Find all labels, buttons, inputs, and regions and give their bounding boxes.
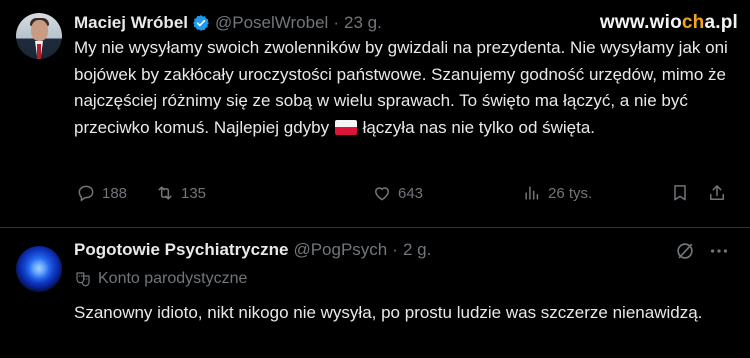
- verified-badge-icon: [193, 15, 209, 31]
- watermark: www.wiocha.pl: [599, 12, 738, 33]
- author-name[interactable]: Maciej Wróbel: [74, 13, 188, 33]
- more-icon[interactable]: [708, 240, 730, 262]
- retweet-icon: [158, 186, 172, 200]
- parody-label: Konto parodystyczne: [74, 270, 247, 288]
- bookmark-button[interactable]: [670, 183, 696, 203]
- views-button[interactable]: 26 tys.: [522, 183, 592, 203]
- tweet-pogotowie[interactable]: Pogotowie Psychiatryczne @PogPsych · 2 g…: [0, 228, 750, 358]
- share-icon: [710, 185, 724, 200]
- timestamp[interactable]: 23 g.: [344, 13, 382, 33]
- avatar[interactable]: [16, 246, 62, 292]
- reply-button[interactable]: 188: [76, 183, 127, 203]
- parody-mask-icon: [76, 272, 90, 287]
- separator: ·: [333, 13, 339, 32]
- reply-icon: [78, 185, 94, 202]
- tweet-maciej-wrobel[interactable]: Maciej Wróbel @PoselWrobel · 23 g. www.w…: [0, 0, 750, 228]
- tweet-header: Pogotowie Psychiatryczne @PogPsych · 2 g…: [74, 240, 431, 260]
- timestamp[interactable]: 2 g.: [403, 240, 431, 260]
- tweet-text: Szanowny idioto, nikt nikogo nie wysyła,…: [74, 303, 703, 322]
- author-handle[interactable]: @PogPsych: [293, 240, 387, 260]
- grok-icon[interactable]: [674, 240, 696, 262]
- retweet-button[interactable]: 135: [155, 183, 206, 203]
- separator: ·: [392, 240, 398, 259]
- share-button[interactable]: [707, 183, 733, 203]
- tweet-header: Maciej Wróbel @PoselWrobel · 23 g.: [74, 13, 382, 33]
- tweet-text: My nie wysyłamy swoich zwolenników by gw…: [74, 38, 728, 137]
- views-icon: [525, 186, 539, 200]
- tweet-actions: 188 135 643 26 tys.: [74, 183, 734, 207]
- bookmark-icon: [674, 185, 686, 201]
- author-handle[interactable]: @PoselWrobel: [215, 13, 328, 33]
- like-button[interactable]: 643: [372, 183, 423, 203]
- avatar[interactable]: [16, 13, 62, 59]
- heart-icon: [374, 187, 390, 201]
- poland-flag-icon: [334, 119, 357, 135]
- author-name[interactable]: Pogotowie Psychiatryczne: [74, 240, 288, 260]
